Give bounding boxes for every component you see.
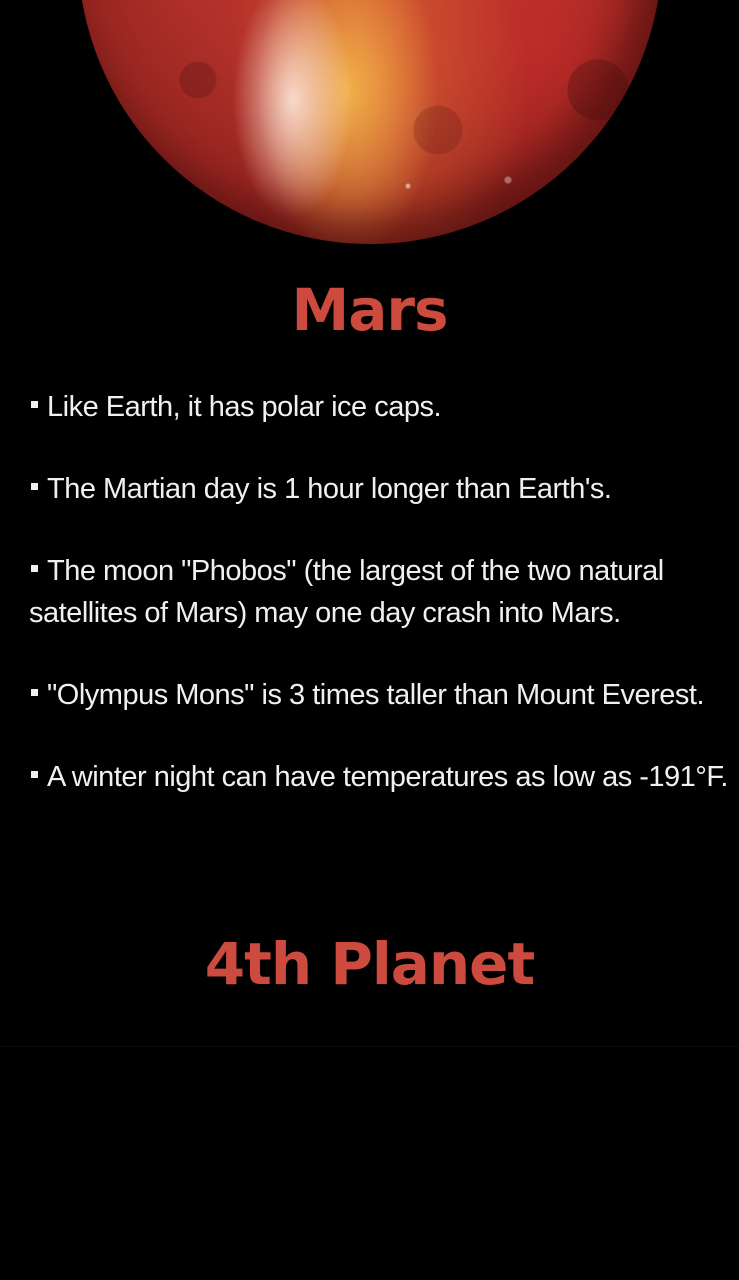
mars-planet-image [78, 0, 662, 244]
fact-text: The Martian day is 1 hour longer than Ea… [47, 473, 612, 505]
square-bullet-icon [31, 689, 38, 697]
fact-item: Like Earth, it has polar ice caps. [29, 386, 735, 428]
planet-surface-texture [78, 0, 662, 244]
page-title: Mars [291, 276, 449, 344]
square-bullet-icon [31, 771, 38, 779]
planet-order-heading: 4th Planet [204, 930, 535, 998]
section-divider [0, 1046, 739, 1047]
fact-item: "Olympus Mons" is 3 times taller than Mo… [29, 674, 735, 716]
fact-text: The moon "Phobos" (the largest of the tw… [29, 555, 664, 629]
fact-item: A winter night can have temperatures as … [29, 756, 735, 798]
fact-text: Like Earth, it has polar ice caps. [47, 391, 442, 423]
fact-item: The moon "Phobos" (the largest of the tw… [29, 550, 735, 634]
square-bullet-icon [31, 401, 38, 409]
fact-item: The Martian day is 1 hour longer than Ea… [29, 468, 735, 510]
fact-text: "Olympus Mons" is 3 times taller than Mo… [47, 679, 705, 711]
story-screen: Mars Like Earth, it has polar ice caps. … [0, 0, 739, 1280]
square-bullet-icon [31, 483, 38, 491]
square-bullet-icon [31, 565, 38, 573]
facts-list: Like Earth, it has polar ice caps. The M… [29, 386, 735, 838]
fact-text: A winter night can have temperatures as … [47, 761, 728, 793]
